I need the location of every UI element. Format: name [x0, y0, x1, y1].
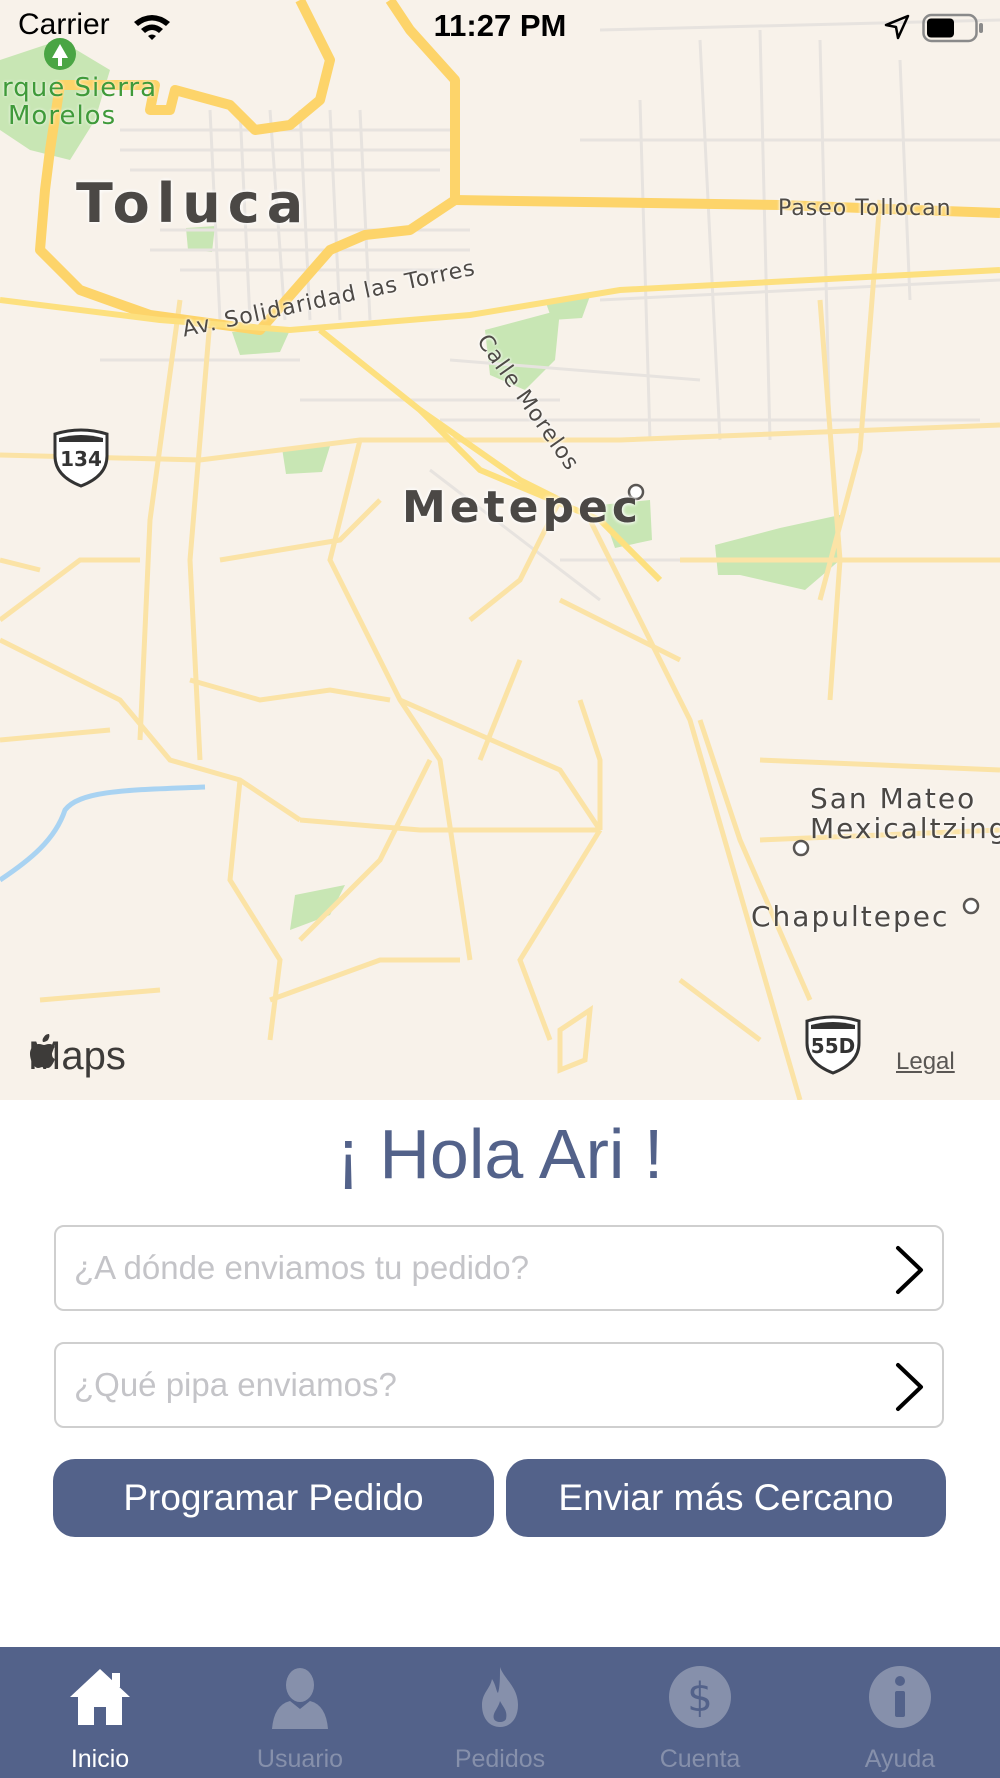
- tab-label: Usuario: [256, 1745, 344, 1773]
- san-mateo-line2: Mexicaltzing: [810, 812, 1000, 845]
- flame-icon: [468, 1665, 532, 1729]
- location-arrow-icon: [884, 14, 910, 45]
- route-55d-shield-icon: 55D: [803, 1015, 863, 1075]
- tab-inicio[interactable]: Inicio: [0, 1647, 200, 1778]
- park-label-line1: rque Sierra: [2, 73, 158, 103]
- svg-text:$: $: [687, 1675, 712, 1721]
- tab-cuenta[interactable]: $ Cuenta: [600, 1647, 800, 1778]
- map-label-park: rque Sierra Morelos: [2, 74, 157, 130]
- route-134-label: 134: [60, 447, 102, 471]
- tab-usuario[interactable]: Usuario: [200, 1647, 400, 1778]
- chevron-right-icon[interactable]: [892, 1245, 926, 1300]
- map-label-metepec: Metepec: [402, 482, 642, 533]
- greeting-title: ¡ Hola Ari !: [336, 1115, 664, 1193]
- map-label-chapultepec: Chapultepec: [751, 900, 950, 933]
- clock-time: 11:27 PM: [433, 8, 567, 43]
- tab-label: Cuenta: [659, 1745, 741, 1773]
- tab-ayuda[interactable]: Ayuda: [800, 1647, 1000, 1778]
- user-icon: [268, 1665, 332, 1729]
- tab-label: Pedidos: [454, 1745, 546, 1773]
- apple-logo-icon: [30, 1034, 55, 1068]
- tab-label: Inicio: [70, 1745, 130, 1773]
- home-icon: [68, 1665, 132, 1729]
- schedule-order-button[interactable]: Programar Pedido: [53, 1459, 494, 1537]
- destination-input[interactable]: [74, 1227, 854, 1309]
- battery-icon: [922, 13, 984, 48]
- tab-bar: Inicio Usuario Pedidos $ Cuenta Ayuda: [0, 1647, 1000, 1778]
- chevron-right-icon[interactable]: [892, 1362, 926, 1417]
- map-roads: [0, 0, 1000, 1100]
- legal-link[interactable]: Legal: [896, 1048, 955, 1076]
- san-mateo-line1: San Mateo: [810, 782, 977, 815]
- screen: rque Sierra Morelos Toluca Paseo Tolloca…: [0, 0, 1000, 1778]
- pipa-field[interactable]: [54, 1342, 944, 1428]
- route-55d-label: 55D: [810, 1034, 856, 1058]
- destination-field[interactable]: [54, 1225, 944, 1311]
- send-nearest-button[interactable]: Enviar más Cercano: [506, 1459, 946, 1537]
- map-label-paseo-tollocan: Paseo Tollocan: [778, 196, 952, 221]
- map-label-san-mateo: San Mateo Mexicaltzing: [810, 784, 1000, 844]
- route-134-shield-icon: 134: [51, 428, 111, 488]
- info-icon: [868, 1665, 932, 1729]
- tab-label: Ayuda: [864, 1745, 936, 1773]
- map-label-toluca: Toluca: [76, 172, 311, 235]
- tab-pedidos[interactable]: Pedidos: [400, 1647, 600, 1778]
- status-bar: Carrier 11:27 PM: [0, 0, 1000, 56]
- pipa-input[interactable]: [74, 1344, 854, 1426]
- park-label-line2: Morelos: [8, 101, 117, 131]
- maps-attribution[interactable]: Maps: [28, 1034, 126, 1079]
- map-view[interactable]: rque Sierra Morelos Toluca Paseo Tolloca…: [0, 0, 1000, 1100]
- dollar-icon: $: [668, 1665, 732, 1729]
